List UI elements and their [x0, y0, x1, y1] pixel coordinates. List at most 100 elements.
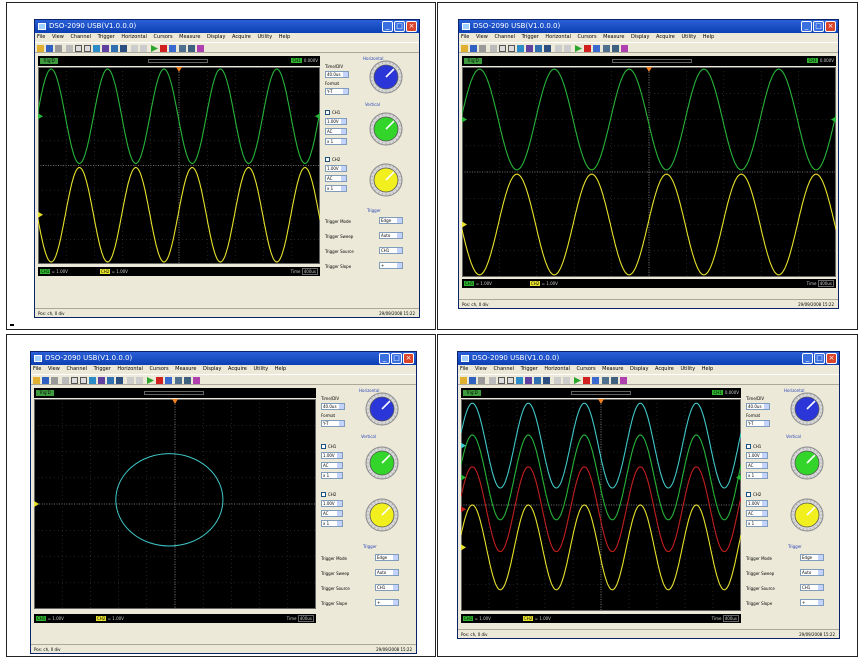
trigger-position-bar[interactable]	[144, 391, 204, 395]
waveform-display[interactable]	[461, 399, 741, 611]
menu-file[interactable]: File	[33, 366, 41, 372]
grid-icon[interactable]	[175, 377, 182, 384]
stop-icon[interactable]	[160, 45, 167, 52]
stop-icon[interactable]	[584, 45, 591, 52]
zoom-icon[interactable]	[66, 45, 73, 52]
stop-icon[interactable]	[156, 377, 163, 384]
waveform-display[interactable]	[462, 67, 836, 277]
run-icon[interactable]	[575, 45, 582, 52]
ch2-probe-select[interactable]: x 1	[321, 520, 343, 527]
menu-channel[interactable]: Channel	[493, 366, 514, 372]
menu-cursors[interactable]: Cursors	[578, 34, 597, 40]
channel-icon[interactable]	[526, 45, 533, 52]
menu-cursors[interactable]: Cursors	[577, 366, 596, 372]
single-icon[interactable]	[593, 45, 600, 52]
grid2-icon[interactable]	[184, 377, 191, 384]
time-div-select[interactable]: 40.0us	[321, 403, 345, 410]
menu-help[interactable]: Help	[703, 34, 714, 40]
time-div-select[interactable]: 40.0us	[325, 71, 349, 78]
select-icon[interactable]	[80, 377, 87, 384]
display-icon[interactable]	[544, 45, 551, 52]
menu-measure[interactable]: Measure	[602, 366, 623, 372]
menu-utility[interactable]: Utility	[680, 366, 695, 372]
menu-channel[interactable]: Channel	[494, 34, 515, 40]
ch2-volt-select[interactable]: 1.00V	[321, 500, 343, 507]
ch1-volt-select[interactable]: 1.00V	[325, 118, 347, 125]
channel-icon[interactable]	[525, 377, 532, 384]
menu-cursors[interactable]: Cursors	[154, 34, 173, 40]
close-button[interactable]: ×	[825, 21, 836, 32]
menu-horizontal[interactable]: Horizontal	[121, 34, 147, 40]
open-icon[interactable]	[460, 377, 467, 384]
single-icon[interactable]	[592, 377, 599, 384]
run-icon[interactable]	[151, 45, 158, 52]
menu-acquire[interactable]: Acquire	[656, 34, 675, 40]
menu-file[interactable]: File	[460, 366, 468, 372]
measure-icon[interactable]	[516, 377, 523, 384]
ch1-volt-knob[interactable]	[365, 446, 399, 480]
waveform-display[interactable]	[38, 67, 320, 264]
menu-horizontal[interactable]: Horizontal	[544, 366, 570, 372]
display-icon[interactable]	[543, 377, 550, 384]
ch1-checkbox[interactable]	[321, 444, 326, 449]
trigger-sweep-select[interactable]: Auto	[375, 569, 399, 576]
trigger-icon[interactable]	[535, 45, 542, 52]
open-icon[interactable]	[33, 377, 40, 384]
trigger-sweep-select[interactable]: Auto	[379, 232, 403, 239]
cursor-icon[interactable]	[75, 45, 82, 52]
save-icon[interactable]	[42, 377, 49, 384]
open-icon[interactable]	[461, 45, 468, 52]
horizontal-knob[interactable]	[365, 392, 399, 426]
minimize-button[interactable]: _	[382, 21, 393, 32]
channel-icon[interactable]	[98, 377, 105, 384]
menu-measure[interactable]: Measure	[603, 34, 624, 40]
close-button[interactable]: ×	[826, 353, 837, 364]
horizontal-knob[interactable]	[790, 392, 824, 426]
single-icon[interactable]	[169, 45, 176, 52]
save-icon[interactable]	[469, 377, 476, 384]
menu-horizontal[interactable]: Horizontal	[545, 34, 571, 40]
ch2-volt-knob[interactable]	[365, 498, 399, 532]
format-select[interactable]: Y-T	[746, 420, 770, 427]
ch2-probe-select[interactable]: x 1	[325, 185, 347, 192]
open-icon[interactable]	[37, 45, 44, 52]
menu-acquire[interactable]: Acquire	[228, 366, 247, 372]
maximize-button[interactable]: □	[394, 21, 405, 32]
trigger-icon[interactable]	[107, 377, 114, 384]
display-icon[interactable]	[116, 377, 123, 384]
ch1-coupling-select[interactable]: AC	[746, 462, 768, 469]
arrow-left-icon[interactable]	[127, 377, 134, 384]
menu-view[interactable]: View	[475, 366, 487, 372]
ch2-probe-select[interactable]: x 1	[746, 520, 768, 527]
help-icon[interactable]	[621, 45, 628, 52]
waveform-display[interactable]	[34, 399, 316, 609]
ch2-coupling-select[interactable]: AC	[746, 510, 768, 517]
menu-measure[interactable]: Measure	[179, 34, 200, 40]
zoom-icon[interactable]	[489, 377, 496, 384]
help-icon[interactable]	[620, 377, 627, 384]
menu-utility[interactable]: Utility	[681, 34, 696, 40]
trigger-source-select[interactable]: CH1	[375, 584, 399, 591]
ch2-checkbox[interactable]	[746, 492, 751, 497]
ch2-coupling-select[interactable]: AC	[325, 175, 347, 182]
menu-file[interactable]: File	[37, 34, 45, 40]
trigger-icon[interactable]	[111, 45, 118, 52]
maximize-button[interactable]: □	[813, 21, 824, 32]
arrow-left-icon[interactable]	[554, 377, 561, 384]
measure-icon[interactable]	[89, 377, 96, 384]
menu-measure[interactable]: Measure	[175, 366, 196, 372]
grid-icon[interactable]	[179, 45, 186, 52]
cursor-icon[interactable]	[499, 45, 506, 52]
ch2-checkbox[interactable]	[321, 492, 326, 497]
menu-display[interactable]: Display	[631, 34, 649, 40]
ch1-checkbox[interactable]	[325, 110, 330, 115]
help-icon[interactable]	[197, 45, 204, 52]
arrow-left-icon[interactable]	[131, 45, 138, 52]
grid-icon[interactable]	[603, 45, 610, 52]
horizontal-knob[interactable]	[369, 60, 403, 94]
ch2-volt-knob[interactable]	[369, 163, 403, 197]
measure-icon[interactable]	[93, 45, 100, 52]
trigger-sweep-select[interactable]: Auto	[800, 569, 824, 576]
menu-utility[interactable]: Utility	[253, 366, 268, 372]
single-icon[interactable]	[165, 377, 172, 384]
